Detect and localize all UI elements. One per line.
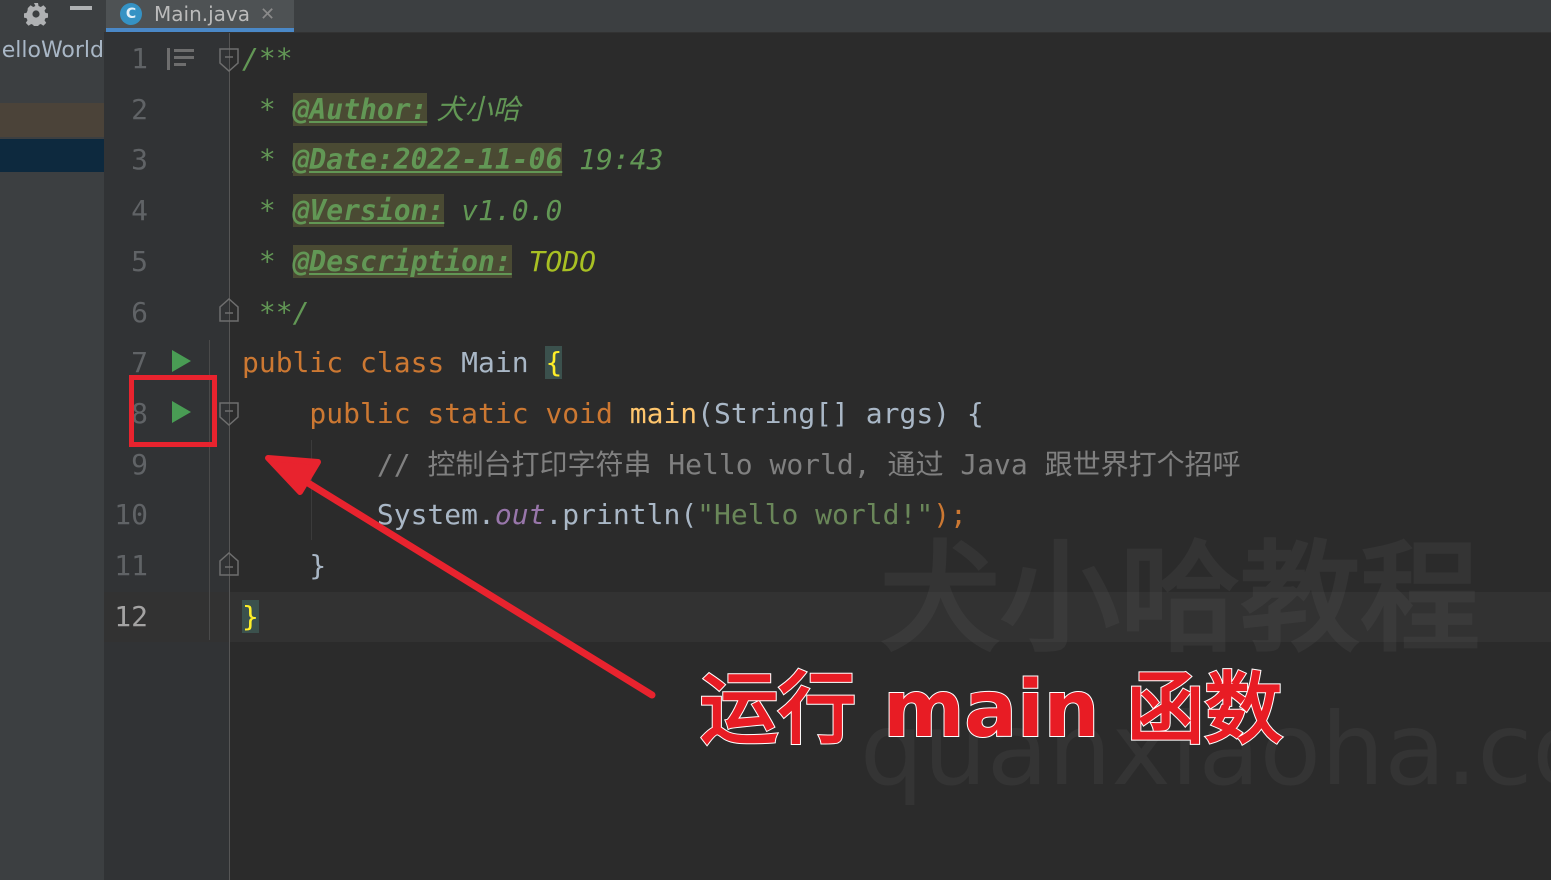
code-token: **/: [242, 295, 310, 329]
project-panel: HelloWorld: [0, 0, 104, 880]
code-line[interactable]: * @Description: TODO: [242, 237, 596, 287]
code-token: /**: [242, 42, 293, 75]
code-token: public static void: [242, 396, 630, 430]
code-token: Main: [461, 346, 546, 380]
code-line[interactable]: public static void main(String[] args) {: [242, 389, 984, 439]
code-token: }: [242, 599, 259, 633]
code-line[interactable]: // 控制台打印字符串 Hello world, 通过 Java 跟世界打个招呼: [242, 440, 1241, 490]
project-tree-root[interactable]: HelloWorld: [0, 38, 104, 66]
minimize-panel-icon[interactable]: [70, 6, 92, 10]
code-token: 跟世界打个招呼: [1044, 447, 1241, 481]
line-number: 2: [131, 92, 148, 126]
line-number: 11: [114, 549, 148, 582]
code-token: public class: [242, 346, 462, 380]
code-token: .println(: [545, 498, 698, 532]
code-line[interactable]: * @Author: 犬小哈: [242, 85, 520, 135]
code-token: *: [242, 244, 293, 278]
code-token: *: [242, 143, 293, 177]
gutter-separator: [229, 33, 230, 880]
code-token: 控制台打印字符串: [427, 447, 652, 481]
code-token: main: [629, 396, 698, 430]
code-line[interactable]: **/: [242, 288, 310, 338]
line-number: 6: [131, 295, 148, 329]
code-line[interactable]: public class Main {: [242, 338, 563, 388]
line-number: 12: [114, 599, 148, 633]
code-token: Hello world,: [651, 447, 888, 481]
code-token: System.: [242, 498, 495, 532]
watermark-title: 犬小哈教程: [880, 530, 1480, 670]
settings-gear-icon[interactable]: [23, 2, 49, 28]
code-line[interactable]: * @Version: v1.0.0: [242, 186, 562, 236]
code-token: //: [242, 447, 428, 481]
code-line[interactable]: * @Date:2022-11-06 19:43: [242, 135, 663, 185]
code-token: Java: [943, 447, 1045, 481]
fold-marker-icon[interactable]: [219, 48, 239, 73]
code-token: @Version:: [292, 194, 445, 228]
tab-label: Main.java: [154, 2, 251, 26]
tab-main-java[interactable]: C Main.java ✕: [106, 0, 294, 32]
fold-marker-icon[interactable]: [219, 297, 239, 322]
code-token: @Date:2022-11-06: [292, 143, 563, 177]
code-line[interactable]: System.out.println("Hello world!");: [242, 490, 967, 540]
project-tree-row-selected[interactable]: [0, 139, 104, 172]
code-token: 19:43: [562, 143, 664, 177]
code-token: out: [494, 498, 546, 532]
structure-icon: [166, 47, 196, 71]
code-line[interactable]: }: [242, 592, 259, 642]
code-token: *: [242, 92, 293, 126]
project-toolbar: [0, 0, 104, 32]
line-number: 5: [131, 244, 148, 278]
code-token: 通过: [887, 447, 944, 481]
code-token: *: [242, 194, 293, 228]
code-token: v1.0.0: [444, 194, 563, 228]
fold-marker-icon[interactable]: [219, 551, 239, 576]
editor-tab-bar: C Main.java ✕: [104, 0, 1551, 33]
annotation-label: 运行 main 函数: [699, 664, 1283, 756]
code-token: TODO: [511, 244, 597, 278]
code-token: "Hello world!": [697, 498, 934, 532]
code-line[interactable]: /**: [242, 34, 293, 84]
code-token: );: [933, 498, 967, 532]
project-tree-row-highlight[interactable]: [0, 103, 104, 137]
code-token: (String[] args) {: [697, 396, 984, 430]
code-token: @Author:: [292, 92, 428, 126]
code-line[interactable]: }: [242, 541, 326, 591]
line-number: 1: [131, 42, 148, 75]
code-token: {: [545, 346, 563, 380]
run-button-highlight-box: [129, 375, 217, 447]
code-token: @Description:: [292, 244, 512, 278]
fold-marker-icon[interactable]: [219, 402, 239, 427]
code-token: }: [242, 549, 327, 582]
java-class-icon: C: [120, 3, 142, 25]
code-token: 犬小哈: [427, 92, 521, 126]
line-number: 9: [131, 447, 148, 481]
tab-close-icon[interactable]: ✕: [260, 4, 275, 25]
run-class-main-icon[interactable]: [170, 350, 192, 372]
line-number: 4: [131, 194, 148, 228]
line-number: 3: [131, 143, 148, 177]
line-number: 10: [114, 498, 148, 532]
